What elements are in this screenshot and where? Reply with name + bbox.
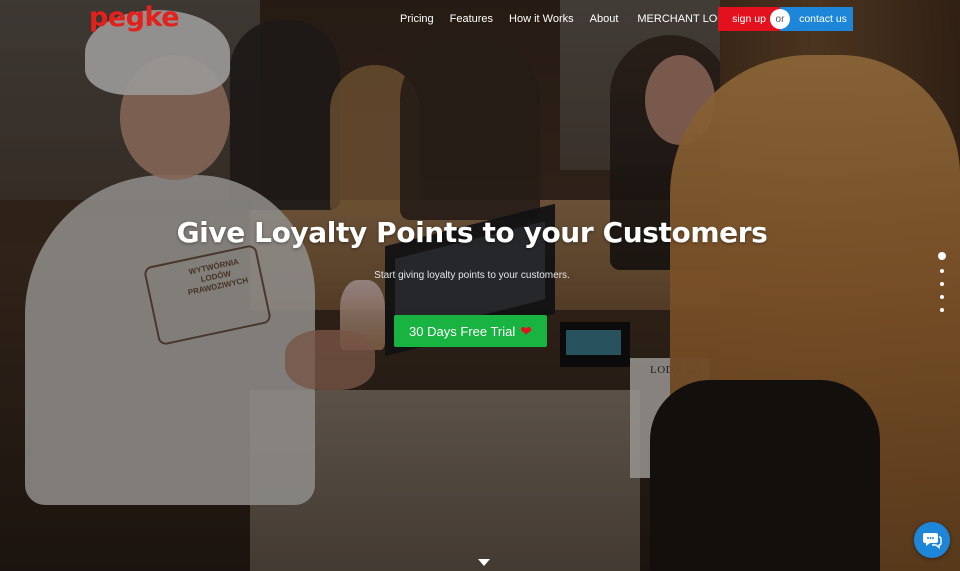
chat-bubble-icon xyxy=(923,533,942,549)
chevron-down-icon[interactable] xyxy=(478,559,490,566)
slide-dot-2[interactable] xyxy=(940,269,944,273)
pegke-logo[interactable]: pegke xyxy=(89,0,180,36)
free-trial-button[interactable]: 30 Days Free Trial ❤ xyxy=(394,315,547,347)
chat-widget-button[interactable] xyxy=(914,522,950,558)
main-nav: Pricing Features How it Works About MERC… xyxy=(392,7,748,31)
free-trial-label: 30 Days Free Trial xyxy=(409,323,516,339)
slide-dot-3[interactable] xyxy=(940,282,944,286)
nav-how-it-works[interactable]: How it Works xyxy=(501,7,582,31)
nav-features[interactable]: Features xyxy=(442,7,501,31)
contact-us-button[interactable]: contact us xyxy=(780,7,853,31)
background-dim-overlay xyxy=(0,0,960,571)
slide-dot-5[interactable] xyxy=(940,308,944,312)
slide-dot-4[interactable] xyxy=(940,295,944,299)
hero-subtitle: Start giving loyalty points to your cust… xyxy=(374,270,570,281)
heart-icon: ❤ xyxy=(520,322,532,339)
nav-pricing[interactable]: Pricing xyxy=(392,7,442,31)
or-divider: or xyxy=(770,9,790,29)
slide-dot-1[interactable] xyxy=(938,252,946,260)
nav-about[interactable]: About xyxy=(582,7,627,31)
slide-pagination xyxy=(938,252,946,312)
hero-title: Give Loyalty Points to your Customers xyxy=(176,216,768,249)
header-cta-group: sign up or contact us xyxy=(718,7,853,31)
